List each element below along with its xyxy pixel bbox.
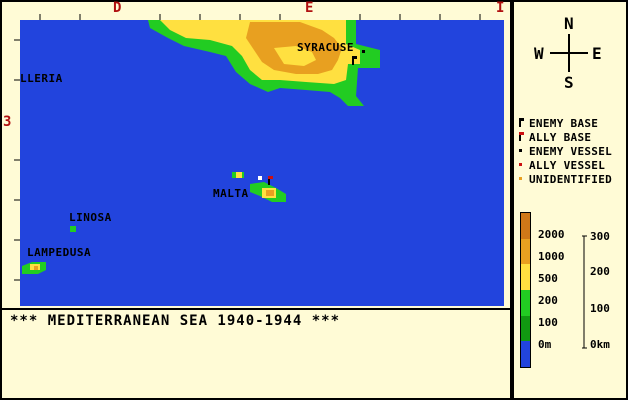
legend-ally-base: ALLY BASE — [519, 131, 591, 144]
grid-column-d: D — [113, 0, 122, 16]
ally-vessel-dot-icon — [519, 159, 529, 172]
distance-scale-ruler — [582, 235, 587, 349]
enemy-base-flag-icon — [519, 117, 529, 130]
compass-north: N — [564, 14, 574, 33]
elevation-label-200: 200 — [538, 294, 558, 307]
place-label-pantelleria: LLERIA — [20, 72, 63, 85]
enemy-vessel-dot-icon — [519, 145, 529, 158]
legend-enemy-base: ENEMY BASE — [519, 117, 598, 130]
elevation-swatch — [521, 238, 530, 265]
elevation-swatch — [521, 341, 530, 367]
distance-label-0km: 0km — [590, 338, 610, 351]
distance-label-100: 100 — [590, 302, 610, 315]
elevation-swatch — [521, 290, 530, 316]
elevation-color-bar — [520, 212, 531, 368]
legend-ally-vessel: ALLY VESSEL — [519, 159, 605, 172]
distance-label-200: 200 — [590, 265, 610, 278]
legend-enemy-vessel: ENEMY VESSEL — [519, 145, 612, 158]
player-cursor[interactable] — [258, 176, 262, 180]
status-message: *** MEDITERRANEAN SEA 1940-1944 *** — [10, 313, 341, 329]
elevation-swatch — [521, 213, 530, 239]
elevation-label-500: 500 — [538, 272, 558, 285]
grid-row-3: 3 — [3, 114, 12, 130]
compass-east: E — [592, 44, 602, 63]
grid-column-e: E — [305, 0, 314, 16]
elevation-swatch — [521, 264, 530, 290]
legend-unidentified-label: UNIDENTIFIED — [529, 173, 613, 186]
elevation-swatch — [521, 315, 530, 342]
ally-base-flag-icon — [519, 131, 529, 144]
compass-west: W — [534, 44, 544, 63]
legend-ally-base-label: ALLY BASE — [529, 131, 592, 144]
legend-enemy-vessel-label: ENEMY VESSEL — [529, 145, 613, 158]
tactical-map[interactable] — [0, 0, 512, 310]
elevation-label-2000: 2000 — [538, 228, 565, 241]
place-label-lampedusa: LAMPEDUSA — [27, 246, 92, 259]
legend-enemy-base-label: ENEMY BASE — [529, 117, 599, 130]
compass-south: S — [564, 73, 574, 92]
distance-label-300: 300 — [590, 230, 610, 243]
unidentified-dot-icon — [519, 173, 529, 186]
elevation-label-1000: 1000 — [538, 250, 565, 263]
place-label-linosa: LINOSA — [69, 211, 112, 224]
elevation-label-100: 100 — [538, 316, 558, 329]
place-label-malta: MALTA — [213, 187, 249, 200]
grid-column-i: I — [496, 0, 505, 16]
legend-unidentified: UNIDENTIFIED — [519, 173, 612, 186]
enemy-vessel-marker[interactable] — [362, 50, 365, 53]
legend-ally-vessel-label: ALLY VESSEL — [529, 159, 606, 172]
place-label-syracuse: SYRACUSE — [297, 41, 354, 54]
linosa-island — [70, 226, 76, 232]
elevation-label-0m: 0m — [538, 338, 552, 351]
